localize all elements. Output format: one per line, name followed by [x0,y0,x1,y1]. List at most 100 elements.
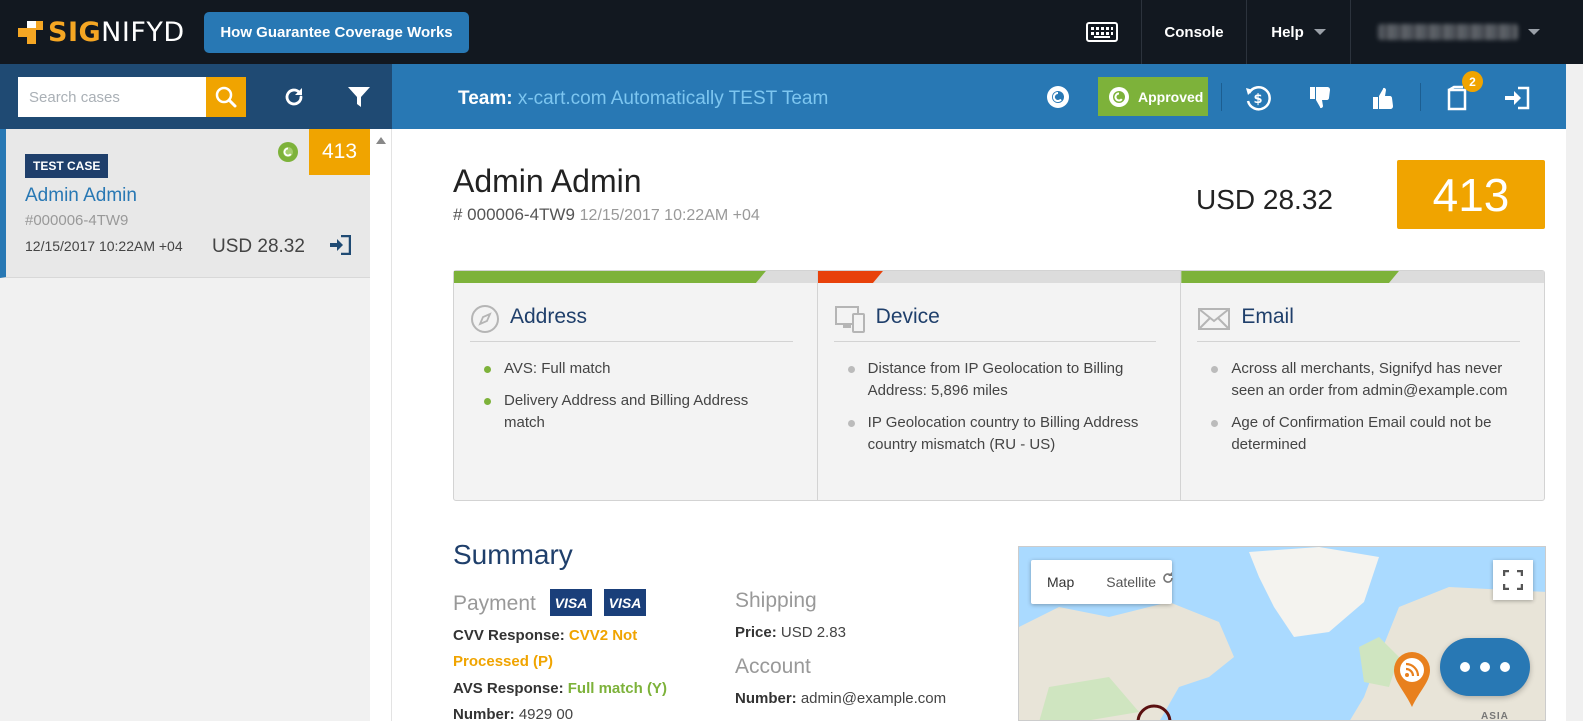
device-panel: Device Distance from IP Geolocation to B… [817,271,1182,500]
map-label-asia: ASIA [1481,711,1509,721]
compass-icon [471,305,499,333]
top-bar: SIGNIFYD How Guarantee Coverage Works Co… [0,0,1583,64]
signifyd-logo[interactable]: SIGNIFYD [18,16,185,48]
chat-dot-icon [1500,662,1510,672]
email-signal-list: Across all merchants, Signifyd has never… [1211,358,1520,466]
case-customer-name[interactable]: Admin Admin [25,185,137,207]
map-tab-map[interactable]: Map [1031,560,1090,604]
email-title: Email [1241,305,1294,328]
approved-button[interactable]: Approved [1098,77,1208,116]
shipping-title: Shipping [735,589,817,612]
device-panel-header: Device [833,304,1157,342]
case-list: TEST CASE 413 Admin Admin #000006-4TW9 1… [0,129,370,721]
address-title: Address [510,305,588,328]
map-tab-satellite[interactable]: Satellite [1090,560,1172,604]
address-panel-header: Address [470,304,793,342]
cvv-response: CVV Response: CVV2 Not Processed (P) [453,623,683,675]
keyboard-icon [1086,22,1118,42]
case-score-badge: 413 [309,129,370,175]
avs-value: Full match (Y) [567,680,667,697]
help-nav[interactable]: Help [1246,0,1350,64]
approved-label: Approved [1138,88,1204,105]
case-amount: USD 28.32 [212,236,305,257]
chevron-down-icon [1313,29,1326,35]
refund-button[interactable]: $ [1243,83,1273,113]
case-list-scrollbar[interactable] [370,129,392,721]
email-score-fill [1181,271,1399,283]
case-action-bar: Team: x-cart.com Automatically TEST Team… [392,64,1566,129]
keyboard-shortcuts-button[interactable] [1062,0,1142,64]
toolbar-divider [1221,83,1222,111]
case-score: 413 [1397,160,1545,229]
signal-item: Across all merchants, Signifyd has never… [1211,358,1520,402]
search-icon [215,86,237,108]
sign-in-case-button[interactable] [1502,83,1532,113]
thumbs-down-button[interactable] [1306,83,1336,113]
user-menu[interactable] [1350,0,1566,64]
chat-button[interactable] [1440,638,1530,696]
visa-card-icon: VISA [550,589,592,616]
order-date: 12/15/2017 10:22AM +04 [579,207,760,224]
email-score-bar [1181,271,1545,283]
avs-label: AVS Response: [453,680,564,697]
refund-dollar-icon: $ [1246,86,1271,111]
signal-item: IP Geolocation country to Billing Addres… [847,412,1157,456]
signal-item: AVS: Full match [484,358,793,380]
toolbar-divider [1420,83,1421,111]
device-icon [834,306,865,333]
order-number: # 000006-4TW9 [453,205,575,224]
order-total: USD 28.32 [1196,184,1333,215]
card-number-value: 4929 00 [518,706,574,721]
device-score-bar [817,271,1181,283]
visa-card-icon: VISA [604,589,646,616]
shipping-price-label: Price: [735,624,777,641]
account-title: Account [735,655,811,678]
team-name[interactable]: x-cart.com Automatically TEST Team [518,88,828,109]
sign-in-icon [1505,86,1530,110]
help-label: Help [1271,23,1304,41]
device-signal-list: Distance from IP Geolocation to Billing … [847,358,1157,466]
case-order-number: #000006-4TW9 [25,212,129,229]
console-nav[interactable]: Console [1141,0,1246,64]
logo-mark-icon [18,19,44,45]
inbox-count-badge: 2 [1462,71,1483,92]
avs-response: AVS Response: Full match (Y) [453,676,713,702]
address-panel: Address AVS: Full match Delivery Address … [454,271,818,500]
account-number: Number: admin@example.com [735,686,946,712]
sign-in-icon[interactable] [329,235,351,255]
guarantee-seal-icon [278,142,298,162]
ip-location-pin-icon[interactable] [1392,650,1432,708]
search-input[interactable] [18,77,206,117]
filter-icon [348,87,370,107]
guarantee-status-button[interactable] [1044,83,1072,111]
test-case-badge: TEST CASE [25,154,109,178]
summary-title: Summary [453,539,573,570]
filter-button[interactable] [343,81,375,113]
map-fullscreen-button[interactable] [1493,560,1533,600]
card-number-label: Number: [453,706,515,721]
payment-title: Payment [453,592,536,615]
address-score-fill [454,271,766,283]
thumbs-up-button[interactable] [1369,83,1399,113]
address-signal-list: AVS: Full match Delivery Address and Bill… [484,358,793,444]
case-detail: Admin Admin # 000006-4TW9 12/15/2017 10:… [392,129,1566,721]
page-scrollbar[interactable] [1566,64,1583,721]
signal-item: Age of Confirmation Email could not be d… [1211,412,1520,456]
fullscreen-icon [1503,570,1523,590]
list-item[interactable]: TEST CASE 413 Admin Admin #000006-4TW9 1… [0,129,370,278]
shipping-price: Price: USD 2.83 [735,620,846,646]
signal-panels: Address AVS: Full match Delivery Address … [453,270,1545,501]
account-number-value: admin@example.com [800,690,947,707]
chevron-up-icon [376,137,386,144]
how-guarantee-coverage-button[interactable]: How Guarantee Coverage Works [204,12,469,53]
case-order-date: 12/15/2017 10:22AM +04 [25,238,183,254]
customer-name: Admin Admin [453,163,642,199]
search-button[interactable] [206,77,246,117]
case-list-toolbar [0,64,392,129]
user-name-redacted [1377,24,1518,40]
refresh-button[interactable] [278,81,310,113]
logo-text-sig: SIG [48,16,102,48]
order-info: # 000006-4TW9 12/15/2017 10:22AM +04 [453,205,760,225]
rotate-icon[interactable] [1161,571,1175,585]
address-score-bar [454,271,817,283]
